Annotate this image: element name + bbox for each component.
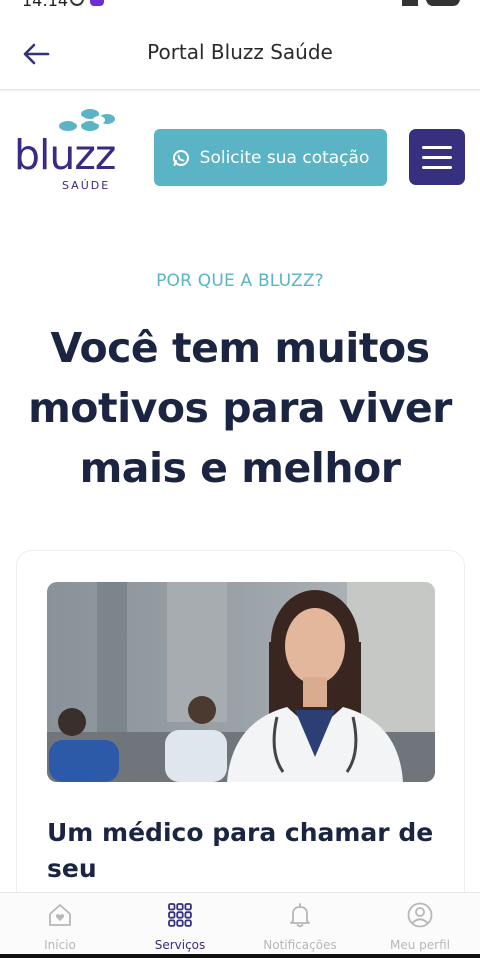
whatsapp-icon (172, 149, 189, 166)
battery-icon (426, 0, 460, 6)
system-gesture-bar (0, 954, 480, 958)
hamburger-icon-line (422, 165, 452, 169)
status-bar: 14:14 (0, 0, 480, 14)
grid-icon (168, 903, 192, 927)
logo-wordmark: bluzz (14, 131, 116, 179)
app-title: Portal Bluzz Saúde (147, 40, 333, 64)
bluzz-logo[interactable]: bluzz SAÚDE (14, 107, 124, 192)
request-quote-label: Solicite sua cotação (199, 147, 370, 168)
app-notification-icon (90, 0, 104, 6)
bell-icon (290, 903, 310, 928)
site-header: bluzz SAÚDE Solicite sua cotação (0, 91, 480, 211)
nav-label: Notificações (263, 938, 337, 952)
user-circle-icon (407, 902, 433, 928)
nav-item-meu-perfil[interactable]: Meu perfil (360, 893, 480, 958)
nav-label: Serviços (154, 938, 206, 952)
section-eyebrow: POR QUE A BLUZZ? (156, 271, 324, 291)
status-notification-icons (70, 0, 104, 6)
nav-item-notificacoes[interactable]: Notificações (240, 893, 360, 958)
nav-item-servicos[interactable]: Serviços (120, 893, 240, 958)
request-quote-button[interactable]: Solicite sua cotação (154, 129, 387, 186)
status-time: 14:14 (22, 0, 69, 10)
app-bar: Portal Bluzz Saúde (0, 14, 480, 90)
signal-icon (402, 0, 418, 6)
doctor-photo (47, 582, 435, 782)
hamburger-icon-line (422, 145, 452, 149)
whatsapp-status-icon (70, 0, 84, 6)
feature-card[interactable]: Um médico para chamar de seu (16, 550, 465, 910)
bottom-navigation: Início Serviços Notificações Meu perfil (0, 892, 480, 958)
logo-subtitle: SAÚDE (62, 179, 111, 192)
nav-item-inicio[interactable]: Início (0, 893, 120, 958)
section-headline: Você tem muitos motivos para viver mais … (28, 324, 452, 492)
status-system-icons (402, 0, 460, 6)
menu-button[interactable] (409, 129, 465, 185)
nav-label: Meu perfil (390, 938, 450, 952)
hamburger-icon-line (422, 155, 452, 159)
home-heart-icon (49, 904, 71, 926)
nav-label: Início (44, 938, 76, 952)
card-title: Um médico para chamar de seu (47, 818, 434, 883)
